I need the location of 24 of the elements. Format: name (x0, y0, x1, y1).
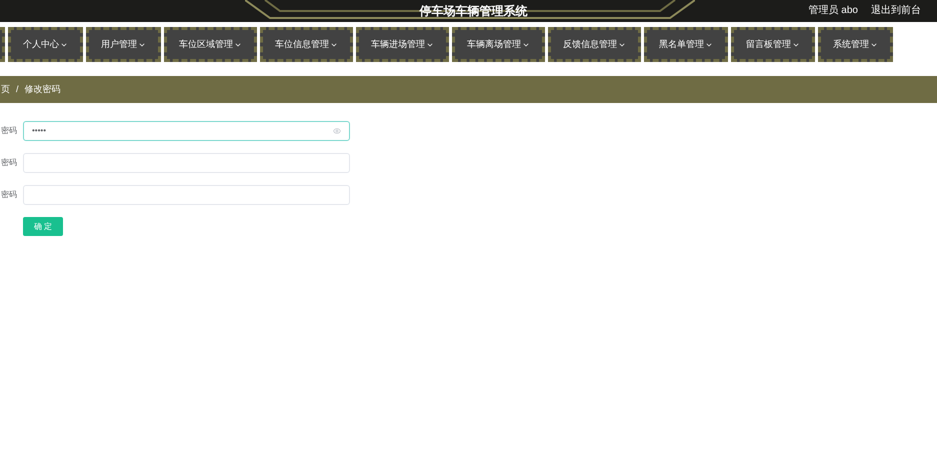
password-field[interactable]: ••••• (23, 121, 350, 141)
field-label: 密码 (0, 189, 17, 201)
password-field[interactable] (23, 153, 350, 173)
nav-item[interactable]: 系统管理 (818, 27, 893, 62)
password-field[interactable] (23, 185, 350, 205)
nav-item[interactable]: 车辆离场管理 (452, 27, 545, 62)
field-label: 密码 (0, 157, 17, 169)
nav-item[interactable]: 车位信息管理 (260, 27, 353, 62)
nav-item[interactable]: 车辆进场管理 (356, 27, 449, 62)
nav-item[interactable]: 个人中心 (8, 27, 83, 62)
field-value: ••••• (32, 125, 48, 137)
header-link[interactable]: 退出到前台 (871, 3, 921, 18)
nav-item[interactable]: 车位区域管理 (164, 27, 257, 62)
nav-item[interactable]: 黑名单管理 (644, 27, 728, 62)
system-title: 停车场车辆管理系统 (420, 3, 528, 20)
nav-item[interactable]: 留言板管理 (731, 27, 815, 62)
eye-icon[interactable] (333, 127, 341, 135)
breadcrumb-item[interactable]: 修改密码 (24, 82, 61, 96)
field-label: 密码 (0, 125, 17, 137)
nav-item[interactable]: 用户管理 (86, 27, 161, 62)
breadcrumb-separator: / (16, 82, 19, 96)
header-link[interactable]: 管理员 abo (808, 3, 858, 18)
nav-item[interactable]: 反馈信息管理 (548, 27, 641, 62)
breadcrumb-item[interactable]: 页 (1, 82, 10, 96)
